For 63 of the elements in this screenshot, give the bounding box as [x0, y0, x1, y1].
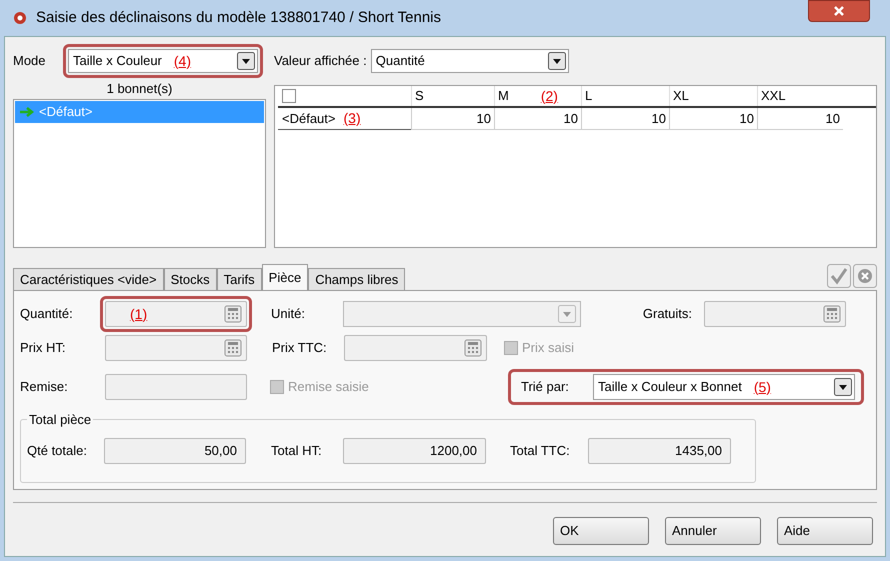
- table-cell: 10: [581, 108, 669, 130]
- field-label: Remise:: [20, 378, 69, 396]
- tab[interactable]: Pièce: [262, 264, 308, 290]
- arrow-right-icon: [19, 106, 35, 118]
- field-label: Trié par:: [521, 378, 570, 396]
- checkbox[interactable]: [282, 89, 296, 103]
- field-label: Total TTC:: [510, 442, 571, 460]
- table-cell: 10: [757, 108, 843, 130]
- total-incl-tax-field[interactable]: 1435,00: [588, 438, 731, 464]
- field-label: Prix TTC:: [272, 339, 328, 358]
- field-label: Prix HT:: [20, 339, 66, 358]
- total-excl-tax-field[interactable]: 1200,00: [343, 438, 486, 464]
- checkbox-label: Remise saisie: [288, 378, 369, 396]
- field-label: Valeur affichée :: [274, 52, 367, 70]
- tab[interactable]: Stocks: [164, 268, 217, 290]
- row-header[interactable]: <Défaut> (3): [278, 108, 411, 130]
- close-icon[interactable]: [833, 5, 845, 17]
- window-title: Saisie des déclinaisons du modèle 138801740 / Short Tennis: [36, 8, 442, 28]
- table-cell: 10: [494, 108, 581, 130]
- calculator-icon[interactable]: [224, 339, 242, 357]
- unit-dropdown[interactable]: [343, 301, 581, 327]
- cancel-icon[interactable]: [853, 264, 877, 288]
- callout-number: (4): [174, 52, 191, 71]
- price-excl-tax-field[interactable]: [105, 335, 247, 361]
- quantity-field[interactable]: (1): [105, 301, 247, 327]
- checkmark-icon[interactable]: [827, 264, 851, 288]
- tab[interactable]: Tarifs: [216, 268, 262, 290]
- dialog-button[interactable]: OK: [553, 517, 649, 545]
- callout-number: (5): [754, 378, 771, 397]
- table-cell: 10: [669, 108, 757, 130]
- field-label: Qté totale:: [27, 442, 88, 460]
- column-header[interactable]: XXL: [757, 86, 843, 106]
- price-incl-tax-field[interactable]: [344, 335, 487, 361]
- calculator-icon[interactable]: [224, 305, 242, 323]
- field-label: Gratuits:: [642, 305, 693, 324]
- total-quantity-field[interactable]: 50,00: [104, 438, 246, 464]
- callout-number: (1): [130, 306, 148, 322]
- field-label: Unité:: [271, 305, 306, 324]
- mode-dropdown[interactable]: Taille x Couleur (4): [68, 49, 258, 73]
- column-header[interactable]: XL: [669, 86, 757, 106]
- column-header[interactable]: L: [581, 86, 669, 106]
- column-header[interactable]: S: [411, 86, 494, 106]
- display-dropdown[interactable]: Quantité: [370, 49, 569, 73]
- tab[interactable]: Caractéristiques <vide>: [13, 268, 164, 290]
- dialog-button[interactable]: Annuler: [665, 517, 761, 545]
- dialog-button[interactable]: Aide: [777, 517, 873, 545]
- table-cell: 10: [411, 108, 494, 130]
- discount-field[interactable]: [105, 374, 247, 400]
- field-label: Mode: [13, 52, 47, 70]
- close-button[interactable]: [808, 0, 870, 22]
- callout-number: (3): [344, 109, 361, 128]
- column-header[interactable]: M (2): [494, 86, 581, 106]
- calculator-icon[interactable]: [823, 305, 841, 323]
- app-icon: [12, 10, 28, 26]
- field-label: Total HT:: [271, 442, 323, 460]
- tab[interactable]: Champs libres: [308, 268, 406, 290]
- bonnet-count: 1 bonnet(s): [106, 80, 174, 98]
- field-label: Quantité:: [20, 305, 74, 324]
- calculator-icon[interactable]: [464, 339, 482, 357]
- free-quantity-field[interactable]: [704, 301, 846, 327]
- checkbox-label: Prix saisi: [522, 339, 574, 358]
- callout-number: (2): [540, 86, 558, 106]
- sort-dropdown[interactable]: Taille x Couleur x Bonnet (5): [593, 374, 855, 400]
